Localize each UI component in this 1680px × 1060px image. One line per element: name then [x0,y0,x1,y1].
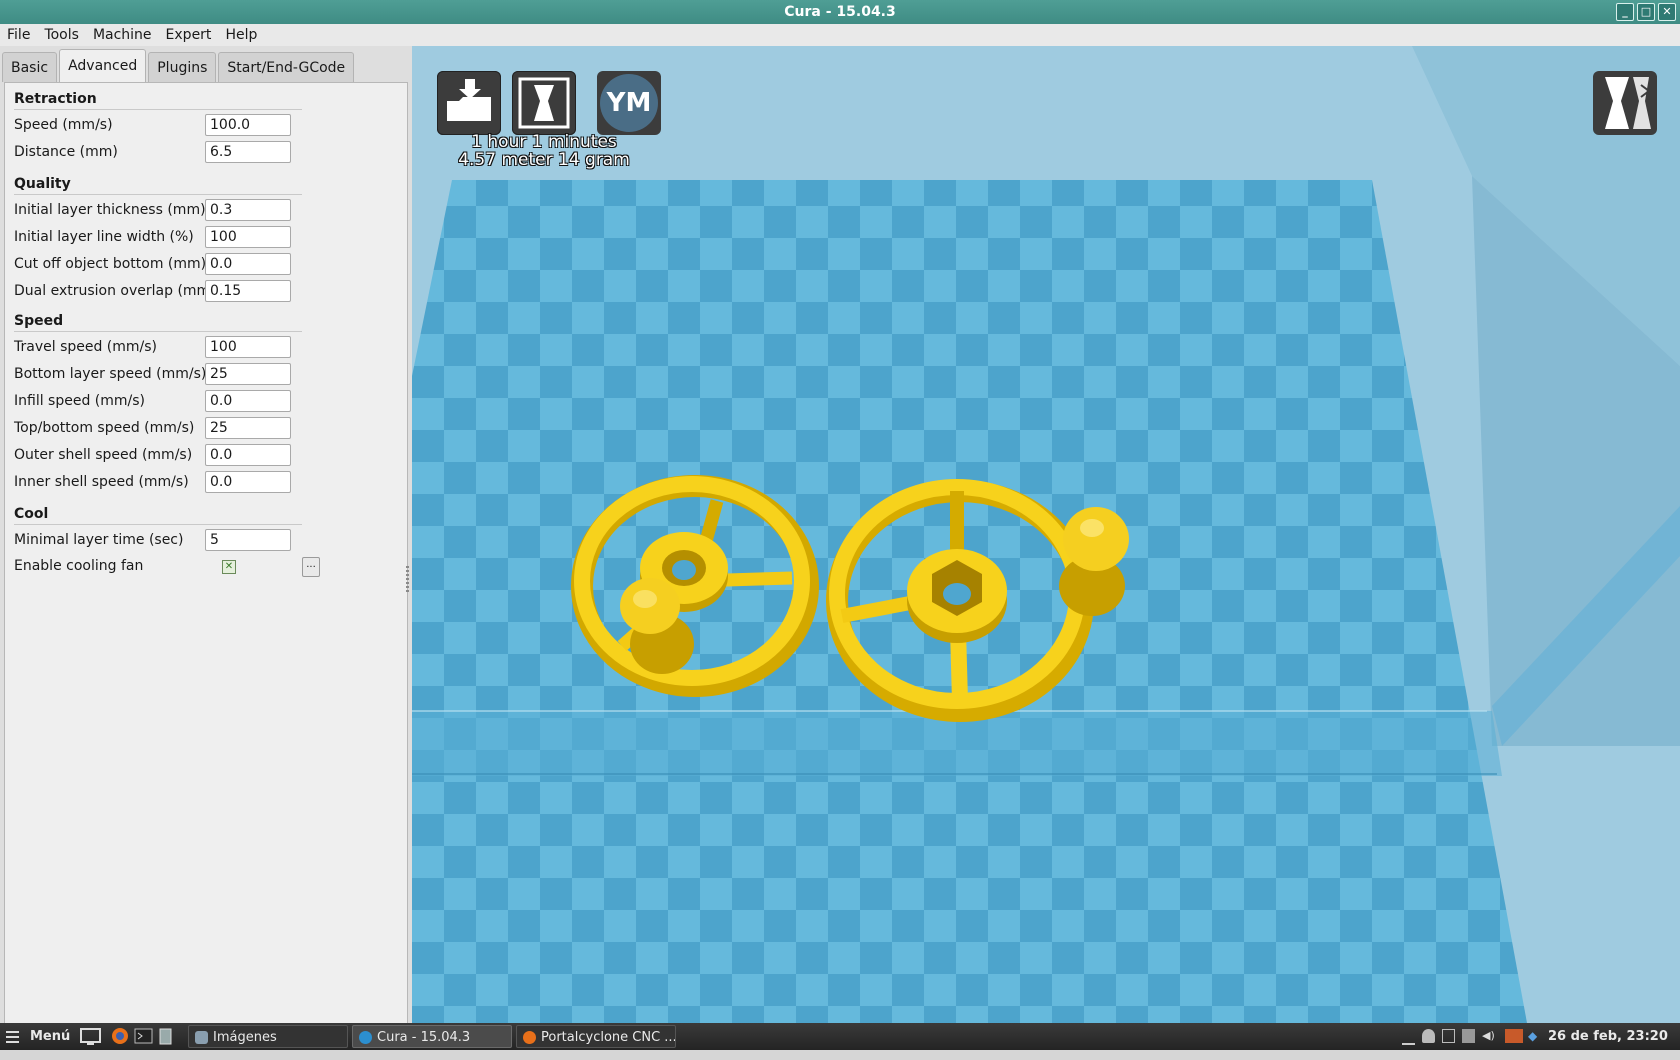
section-title-quality: Quality [14,176,71,192]
print-button[interactable] [512,71,576,135]
view-mode-icon [1605,77,1651,129]
show-desktop-icon[interactable] [80,1023,102,1050]
retraction-distance-label: Distance (mm) [14,144,118,160]
menu-file[interactable]: File [0,24,37,46]
tray-underscore-icon[interactable] [1402,1029,1415,1045]
cura-app-icon [359,1031,372,1044]
print-icon [518,77,570,129]
taskbar: Menú Imágenes Cura - 15.04.3 Portalcyclo… [0,1023,1680,1050]
print-material-text: 4.57 meter 14 gram [458,150,630,170]
terminal-launcher-icon[interactable] [134,1023,154,1050]
section-title-speed: Speed [14,313,64,329]
app-tray-icon[interactable] [1505,1029,1523,1043]
task-cura[interactable]: Cura - 15.04.3 [352,1025,512,1048]
retraction-speed-input[interactable] [205,114,291,136]
build-plate-scene [412,46,1680,1023]
menu-bar: File Tools Machine Expert Help [0,24,1680,46]
initial-layer-thickness-input[interactable] [205,199,291,221]
view-mode-button[interactable] [1593,71,1657,135]
task-label: Cura - 15.04.3 [377,1030,471,1045]
travel-speed-input[interactable] [205,336,291,358]
print-time-text: 1 hour 1 minutes [471,132,617,152]
task-label: Imágenes [213,1030,277,1045]
load-folder-icon [447,79,491,121]
section-divider [14,331,302,332]
load-model-button[interactable] [437,71,501,135]
tab-advanced[interactable]: Advanced [59,49,147,83]
ym-label: YM [600,74,658,132]
close-button[interactable]: ✕ [1658,3,1676,21]
section-title-cool: Cool [14,506,49,522]
retraction-speed-label: Speed (mm/s) [14,117,113,133]
section-divider [14,194,302,195]
firefox-launcher-icon[interactable] [110,1023,130,1050]
enable-cooling-fan-checkbox[interactable]: ✕ [222,560,236,574]
maximize-button[interactable]: □ [1637,3,1655,21]
ym-plugin-button[interactable]: YM [597,71,661,135]
network-icon[interactable] [1462,1029,1475,1043]
bottom-layer-speed-label: Bottom layer speed (mm/s) [14,366,207,382]
cooling-fan-more-button[interactable]: ... [302,557,320,577]
minimize-button[interactable]: _ [1616,3,1634,21]
bottom-layer-speed-input[interactable] [205,363,291,385]
folder-icon [195,1031,208,1044]
infill-speed-input[interactable] [205,390,291,412]
outer-shell-speed-input[interactable] [205,444,291,466]
menu-machine[interactable]: Machine [86,24,159,46]
dual-extrusion-overlap-input[interactable] [205,280,291,302]
top-bottom-speed-input[interactable] [205,417,291,439]
initial-layer-thickness-label: Initial layer thickness (mm) [14,202,206,218]
dropbox-icon[interactable]: ◆ [1528,1029,1541,1043]
menu-help[interactable]: Help [218,24,264,46]
minimal-layer-time-input[interactable] [205,529,291,551]
inner-shell-speed-input[interactable] [205,471,291,493]
cut-off-object-bottom-label: Cut off object bottom (mm) [14,256,207,272]
settings-tabs: Basic Advanced Plugins Start/End-GCode [2,49,356,83]
cut-off-object-bottom-input[interactable] [205,253,291,275]
task-portalcyclone[interactable]: Portalcyclone CNC ... [516,1025,676,1048]
initial-layer-line-width-input[interactable] [205,226,291,248]
top-bottom-speed-label: Top/bottom speed (mm/s) [14,420,195,436]
infill-speed-label: Infill speed (mm/s) [14,393,146,409]
firefox-icon [523,1031,536,1044]
inner-shell-speed-label: Inner shell speed (mm/s) [14,474,189,490]
section-title-retraction: Retraction [14,91,97,107]
menu-expert[interactable]: Expert [159,24,219,46]
initial-layer-line-width-label: Initial layer line width (%) [14,229,194,245]
start-menu-button[interactable]: Menú [30,1023,70,1050]
3d-viewport[interactable]: YM 1 hour 1 minutes 4.57 meter 14 gram [412,46,1680,1023]
section-divider [14,109,302,110]
volume-icon[interactable]: ◀) [1482,1029,1495,1043]
tab-basic[interactable]: Basic [2,52,58,82]
travel-speed-label: Travel speed (mm/s) [14,339,158,355]
tab-plugins[interactable]: Plugins [148,52,217,82]
menu-tools[interactable]: Tools [37,24,86,46]
enable-cooling-fan-label: Enable cooling fan [14,558,144,574]
window-title-bar: Cura - 15.04.3 _ □ ✕ [0,0,1680,24]
user-icon[interactable] [1422,1029,1435,1043]
files-launcher-icon[interactable] [158,1023,174,1050]
panel-splitter-handle[interactable] [406,566,409,592]
task-label: Portalcyclone CNC ... [541,1030,676,1045]
window-title: Cura - 15.04.3 [784,4,896,20]
dual-extrusion-overlap-label: Dual extrusion overlap (mm) [14,283,216,299]
menu-hamburger-icon[interactable] [6,1023,24,1050]
minimal-layer-time-label: Minimal layer time (sec) [14,532,184,548]
settings-panel: Basic Advanced Plugins Start/End-GCode R… [0,46,412,1025]
clock[interactable]: 26 de feb, 23:20 [1548,1023,1668,1050]
task-imagenes[interactable]: Imágenes [188,1025,348,1048]
outer-shell-speed-label: Outer shell speed (mm/s) [14,447,193,463]
clipboard-icon[interactable] [1442,1029,1455,1043]
retraction-distance-input[interactable] [205,141,291,163]
section-divider [14,524,302,525]
tab-start-end-gcode[interactable]: Start/End-GCode [218,52,355,82]
advanced-settings-pane: Retraction Speed (mm/s) Distance (mm) Qu… [4,82,408,1025]
